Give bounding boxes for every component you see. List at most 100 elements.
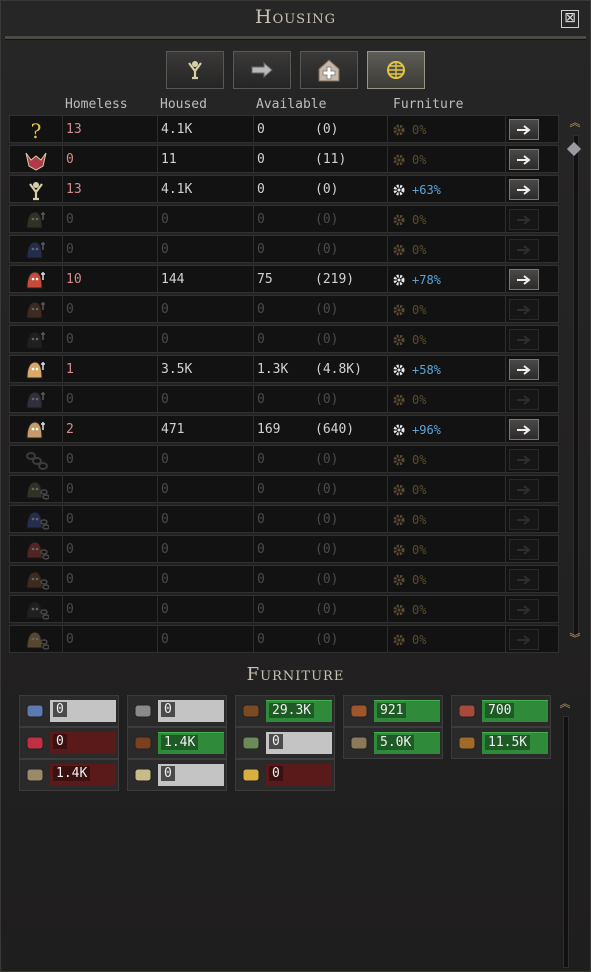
capacity-value: (0) [315, 602, 339, 617]
row-goto-button[interactable] [509, 449, 539, 470]
furniture-icon-cell [238, 762, 264, 788]
furniture-percent: 0% [412, 602, 427, 617]
furniture-percent: 0% [412, 122, 427, 137]
col-available: Available [256, 97, 327, 112]
available-value: 0 [257, 452, 265, 467]
row-goto-button[interactable] [509, 629, 539, 650]
furniture-resource[interactable]: 0 [19, 695, 119, 727]
gear-icon [393, 274, 405, 286]
gear-icon [393, 244, 405, 256]
furniture-bonus: 0% [391, 626, 511, 654]
furniture-scrollbar[interactable]: ︽ [558, 698, 572, 968]
capacity-value: (0) [315, 482, 339, 497]
capacity-value: (0) [315, 242, 339, 257]
scroll-down-icon[interactable]: ︾ [568, 633, 582, 644]
furniture-scroll-up-icon[interactable]: ︽ [558, 698, 572, 709]
table-row[interactable]: 10 144 75 (219) +78% [9, 265, 559, 293]
table-row[interactable]: 0 0 0 (0) 0% [9, 565, 559, 593]
tab-world[interactable] [367, 51, 425, 89]
tab-people[interactable] [166, 51, 224, 89]
row-goto-button[interactable] [509, 239, 539, 260]
table-row[interactable]: 0 0 0 (0) 0% [9, 625, 559, 653]
row-goto-button[interactable] [509, 329, 539, 350]
table-row[interactable]: 0 11 0 (11) 0% [9, 145, 559, 173]
col-homeless: Homeless [65, 97, 128, 112]
row-goto-button[interactable] [509, 359, 539, 380]
table-row[interactable]: 0 0 0 (0) 0% [9, 205, 559, 233]
race-icon-cell [10, 266, 63, 293]
gear-icon [393, 334, 405, 346]
close-button[interactable]: ⊠ [561, 10, 579, 28]
arrow-right-icon [517, 574, 531, 585]
furniture-resource[interactable]: 11.5K [451, 727, 551, 759]
scroll-up-icon[interactable]: ︽ [568, 117, 582, 128]
leather-icon [350, 704, 368, 718]
row-goto-button[interactable] [509, 479, 539, 500]
table-row[interactable]: 1 3.5K 1.3K (4.8K) +58% [9, 355, 559, 383]
furniture-resource[interactable]: 700 [451, 695, 551, 727]
fish-icon [26, 704, 44, 718]
furniture-icon-cell [22, 730, 48, 756]
capacity-value: (0) [315, 332, 339, 347]
homeless-value: 0 [66, 512, 74, 527]
arrow-right-icon [517, 364, 531, 375]
gear-icon [393, 154, 405, 166]
row-goto-button[interactable] [509, 389, 539, 410]
row-goto-button[interactable] [509, 509, 539, 530]
table-row[interactable]: 0 0 0 (0) 0% [9, 535, 559, 563]
furniture-resource[interactable]: 921 [343, 695, 443, 727]
available-value: 0 [257, 212, 265, 227]
furniture-resource[interactable]: 5.0K [343, 727, 443, 759]
furniture-bonus: +63% [391, 176, 511, 204]
table-row[interactable]: 0 0 0 (0) 0% [9, 325, 559, 353]
resource-amount: 29.3K [269, 703, 315, 718]
tab-transfer[interactable] [233, 51, 291, 89]
table-row[interactable]: ? 13 4.1K 0 (0) 0% [9, 115, 559, 143]
furniture-resource[interactable]: 1.4K [127, 727, 227, 759]
race-icon-cell [10, 596, 63, 623]
row-goto-button[interactable] [509, 149, 539, 170]
furniture-resource[interactable]: 0 [127, 759, 227, 791]
table-row[interactable]: 0 0 0 (0) 0% [9, 445, 559, 473]
row-goto-button[interactable] [509, 569, 539, 590]
furniture-resource[interactable]: 0 [127, 695, 227, 727]
resource-amount: 0 [53, 734, 67, 749]
furniture-resource[interactable]: 0 [235, 727, 335, 759]
arrow-right-icon [517, 544, 531, 555]
row-goto-button[interactable] [509, 599, 539, 620]
crest-icon [25, 152, 47, 171]
row-goto-button[interactable] [509, 119, 539, 140]
table-row[interactable]: 0 0 0 (0) 0% [9, 505, 559, 533]
row-goto-button[interactable] [509, 209, 539, 230]
tab-hospital[interactable] [300, 51, 358, 89]
resource-bar: 0 [50, 732, 116, 754]
table-row[interactable]: 0 0 0 (0) 0% [9, 385, 559, 413]
chained-red-icon [26, 540, 49, 560]
fur-icon [134, 736, 152, 750]
table-row[interactable]: 0 0 0 (0) 0% [9, 595, 559, 623]
furniture-scroll-track[interactable] [563, 716, 569, 968]
furniture-percent: 0% [412, 632, 427, 647]
row-goto-button[interactable] [509, 179, 539, 200]
scroll-track[interactable] [573, 135, 579, 637]
furniture-resource[interactable]: 0 [19, 727, 119, 759]
row-goto-button[interactable] [509, 539, 539, 560]
furniture-icon-cell [346, 698, 372, 724]
race-icon-cell [10, 326, 63, 353]
table-row[interactable]: 0 0 0 (0) 0% [9, 295, 559, 323]
table-row[interactable]: 0 0 0 (0) 0% [9, 475, 559, 503]
furniture-resource[interactable]: 29.3K [235, 695, 335, 727]
furniture-resource[interactable]: 0 [235, 759, 335, 791]
capacity-value: (219) [315, 272, 355, 287]
row-goto-button[interactable] [509, 269, 539, 290]
row-goto-button[interactable] [509, 299, 539, 320]
table-row[interactable]: 0 0 0 (0) 0% [9, 235, 559, 263]
furniture-bonus: 0% [391, 236, 511, 264]
table-row[interactable]: 2 471 169 (640) +96% [9, 415, 559, 443]
furniture-resource[interactable]: 1.4K [19, 759, 119, 791]
gear-icon [393, 394, 405, 406]
table-row[interactable]: 13 4.1K 0 (0) +63% [9, 175, 559, 203]
tab-bar [166, 51, 425, 91]
table-scrollbar[interactable]: ︽ ︾ [566, 117, 582, 653]
row-goto-button[interactable] [509, 419, 539, 440]
